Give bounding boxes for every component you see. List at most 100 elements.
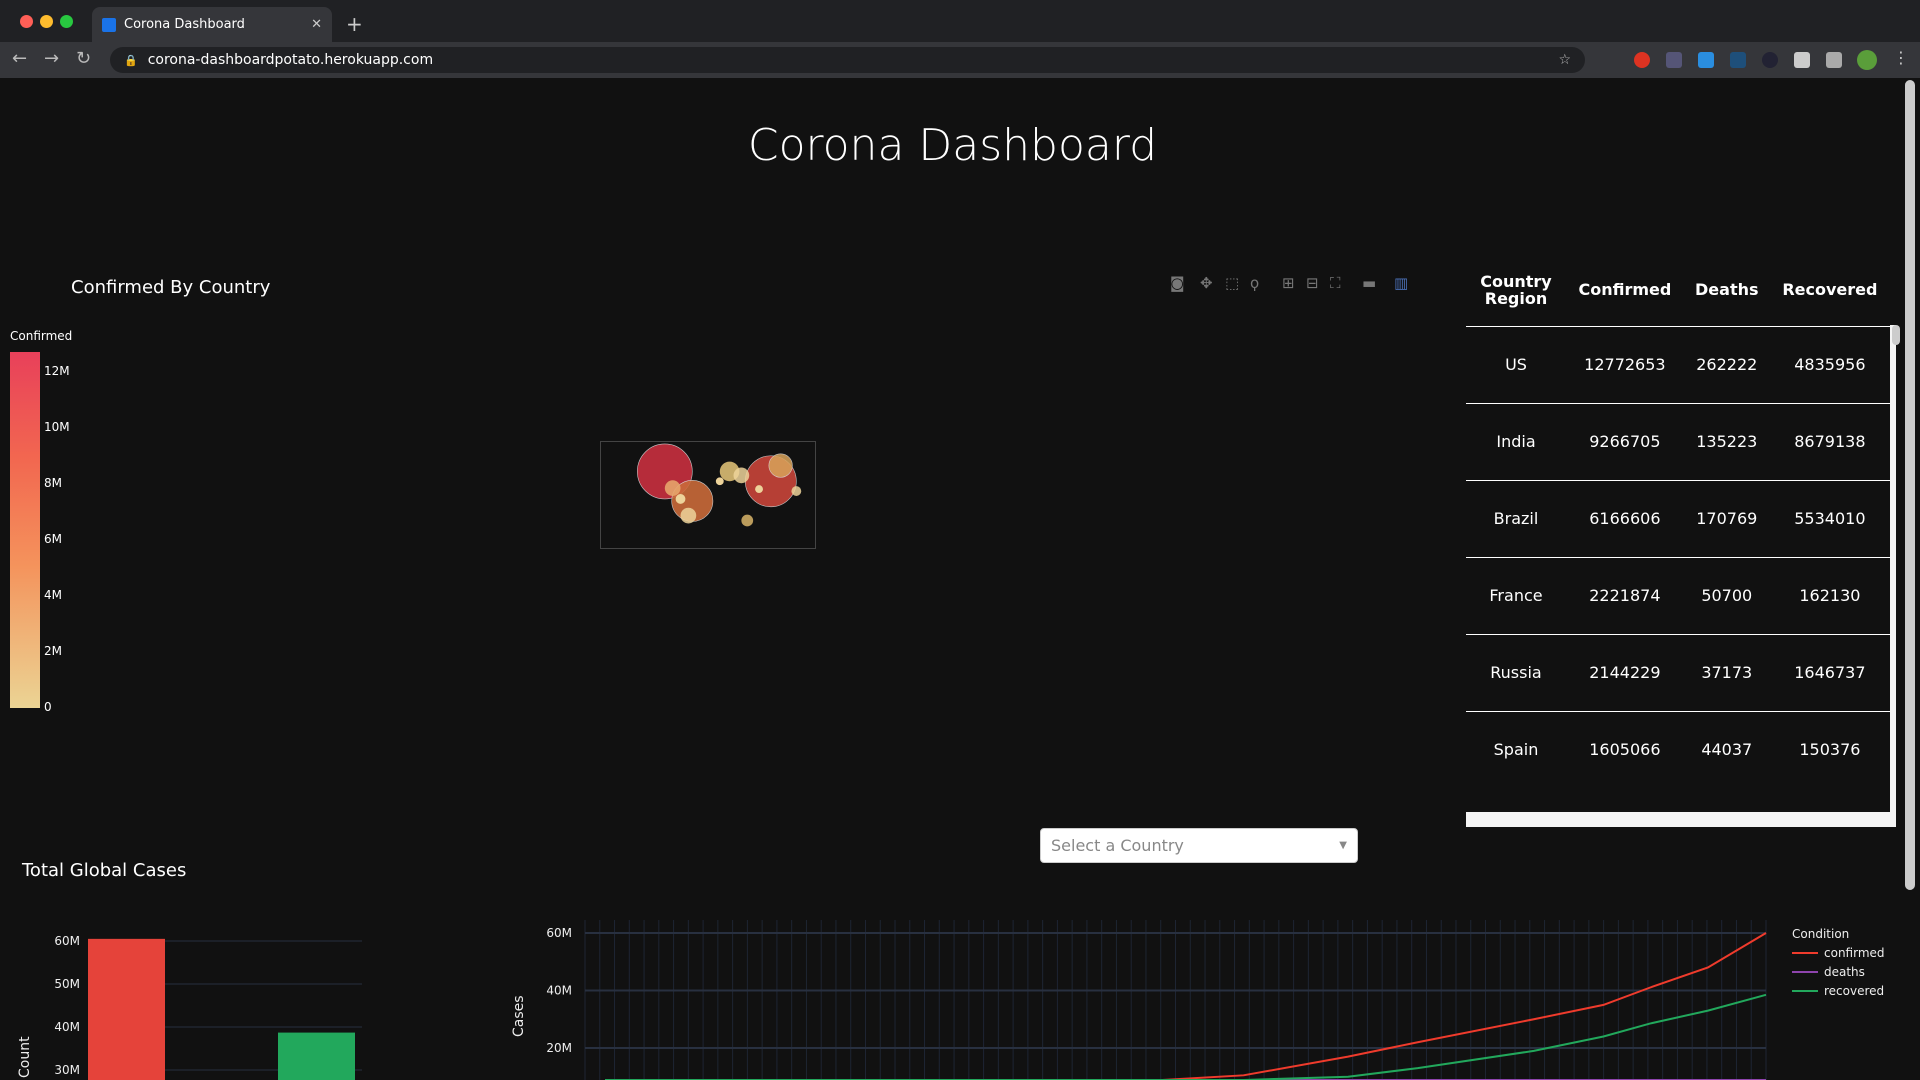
cell-deaths: 170769 bbox=[1683, 479, 1770, 557]
cell-confirmed: 1605066 bbox=[1566, 710, 1684, 788]
cell-confirmed: 2221874 bbox=[1566, 556, 1684, 634]
colorbar-tick: 8M bbox=[44, 476, 62, 490]
colorbar-tick: 0 bbox=[44, 700, 52, 714]
cell-country: US bbox=[1466, 325, 1566, 403]
y-tick-label: 60M bbox=[54, 934, 80, 948]
colorbar-tick: 10M bbox=[44, 420, 70, 434]
pan-icon[interactable]: ✥ bbox=[1200, 274, 1213, 292]
cell-recovered: 162130 bbox=[1769, 556, 1890, 634]
cases-line-chart[interactable]: 60M 40M 20M Cases confirmed deaths recovered Co… bbox=[500, 900, 1900, 1080]
y-axis-label: Cases bbox=[511, 995, 527, 1037]
map-bubble[interactable] bbox=[715, 477, 724, 486]
map-bubble[interactable] bbox=[680, 507, 697, 524]
autoscale-icon[interactable]: ⛶ bbox=[1330, 274, 1341, 292]
cell-deaths: 44037 bbox=[1683, 710, 1770, 788]
table-header-row: Country Region Confirmed Deaths Recovere… bbox=[1466, 256, 1890, 326]
new-tab-button[interactable]: + bbox=[346, 12, 363, 36]
map-title: Confirmed By Country bbox=[71, 277, 271, 298]
bookmark-star-icon[interactable]: ☆ bbox=[1558, 52, 1571, 68]
header-confirmed[interactable]: Confirmed bbox=[1566, 256, 1684, 326]
cell-confirmed: 2144229 bbox=[1566, 633, 1684, 711]
table-row[interactable]: Brazil 6166606 170769 5534010 bbox=[1466, 479, 1890, 557]
map-bubble[interactable] bbox=[675, 494, 686, 504]
y-axis-label: Count bbox=[17, 1036, 33, 1078]
country-table: Country Region Confirmed Deaths Recovere… bbox=[1466, 256, 1890, 788]
media-queue-icon[interactable] bbox=[1826, 52, 1842, 68]
bar-chart-title: Total Global Cases bbox=[22, 860, 187, 881]
maximize-window-button[interactable] bbox=[60, 15, 73, 28]
table-scroll-footer bbox=[1466, 812, 1896, 827]
map-bubble[interactable] bbox=[664, 480, 681, 496]
dropdown-placeholder: Select a Country bbox=[1051, 836, 1184, 855]
browser-menu-icon[interactable]: ⋮ bbox=[1893, 48, 1909, 67]
cell-confirmed: 12772653 bbox=[1566, 325, 1684, 403]
cell-recovered: 1646737 bbox=[1769, 633, 1890, 711]
zoom-in-icon[interactable]: ⊞ bbox=[1282, 274, 1295, 292]
legend-label-confirmed: confirmed bbox=[1824, 946, 1885, 960]
back-icon[interactable]: ← bbox=[12, 48, 27, 69]
browser-tab[interactable]: Corona Dashboard ✕ bbox=[92, 7, 332, 42]
line-confirmed[interactable] bbox=[605, 932, 1767, 1080]
table-scrollbar-thumb[interactable] bbox=[1892, 325, 1900, 345]
legend-title: Condition bbox=[1792, 927, 1849, 941]
map-bubble[interactable] bbox=[791, 486, 802, 496]
bubble-map[interactable] bbox=[600, 441, 816, 549]
cell-recovered: 150376 bbox=[1769, 710, 1890, 788]
cell-country: Brazil bbox=[1466, 479, 1566, 557]
zoom-out-icon[interactable]: ⊟ bbox=[1306, 274, 1319, 292]
lock-icon: 🔒 bbox=[124, 53, 138, 67]
cell-country: Russia bbox=[1466, 633, 1566, 711]
extension-icon[interactable] bbox=[1730, 52, 1746, 68]
cell-recovered: 5534010 bbox=[1769, 479, 1890, 557]
chevron-down-icon: ▼ bbox=[1339, 840, 1347, 851]
extension-icon[interactable] bbox=[1666, 52, 1682, 68]
hover-icon[interactable]: ▬ bbox=[1362, 274, 1376, 292]
y-tick-label: 60M bbox=[546, 926, 572, 940]
country-select-dropdown[interactable]: Select a Country ▼ bbox=[1040, 828, 1358, 863]
address-bar[interactable]: 🔒 corona-dashboardpotato.herokuapp.com ☆ bbox=[110, 47, 1585, 73]
forward-icon[interactable]: → bbox=[44, 48, 59, 69]
colorbar-tick: 12M bbox=[44, 364, 70, 378]
header-recovered[interactable]: Recovered bbox=[1770, 256, 1890, 326]
profile-avatar[interactable] bbox=[1857, 50, 1877, 70]
extension-icon[interactable] bbox=[1634, 52, 1650, 68]
map-bubble[interactable] bbox=[768, 453, 793, 478]
minimize-window-button[interactable] bbox=[40, 15, 53, 28]
extension-icon[interactable] bbox=[1698, 52, 1714, 68]
lasso-icon[interactable]: ϙ bbox=[1250, 274, 1259, 292]
close-window-button[interactable] bbox=[20, 15, 33, 28]
bar-confirmed[interactable] bbox=[88, 938, 165, 1080]
box-select-icon[interactable]: ⬚ bbox=[1225, 274, 1239, 292]
url-text: corona-dashboardpotato.herokuapp.com bbox=[147, 52, 434, 68]
table-row[interactable]: Russia 2144229 37173 1646737 bbox=[1466, 633, 1890, 711]
plotly-logo-icon[interactable]: ▥ bbox=[1394, 274, 1408, 292]
cell-country: India bbox=[1466, 402, 1566, 480]
map-bubble[interactable] bbox=[733, 467, 750, 484]
camera-icon[interactable]: ◙ bbox=[1170, 274, 1185, 292]
favicon-icon bbox=[102, 17, 116, 32]
table-row[interactable]: US 12772653 262222 4835956 bbox=[1466, 325, 1890, 403]
close-tab-icon[interactable]: ✕ bbox=[311, 17, 322, 32]
header-deaths[interactable]: Deaths bbox=[1684, 256, 1770, 326]
cell-deaths: 50700 bbox=[1683, 556, 1770, 634]
reload-icon[interactable]: ↻ bbox=[76, 48, 91, 69]
table-row[interactable]: India 9266705 135223 8679138 bbox=[1466, 402, 1890, 480]
y-tick-label: 20M bbox=[546, 1041, 572, 1055]
cell-country: Spain bbox=[1466, 710, 1566, 788]
map-bubble[interactable] bbox=[741, 514, 754, 527]
cell-recovered: 8679138 bbox=[1769, 402, 1890, 480]
table-scrollbar-track[interactable] bbox=[1890, 325, 1896, 825]
bar-recovered[interactable] bbox=[278, 1032, 355, 1080]
page-title: Corona Dashboard bbox=[747, 120, 1158, 171]
colorbar bbox=[10, 352, 40, 708]
total-cases-bar-chart[interactable]: 60M 50M 40M 30M Count bbox=[0, 900, 400, 1080]
table-row[interactable]: France 2221874 50700 162130 bbox=[1466, 556, 1890, 634]
map-bubble[interactable] bbox=[755, 485, 763, 494]
table-row[interactable]: Spain 1605066 44037 150376 bbox=[1466, 710, 1890, 788]
page-scrollbar[interactable] bbox=[1905, 80, 1915, 890]
header-country[interactable]: Country Region bbox=[1466, 256, 1566, 326]
extensions-puzzle-icon[interactable] bbox=[1794, 52, 1810, 68]
colorbar-tick: 4M bbox=[44, 588, 62, 602]
y-tick-label: 30M bbox=[54, 1063, 80, 1077]
extension-icon[interactable] bbox=[1762, 52, 1778, 68]
